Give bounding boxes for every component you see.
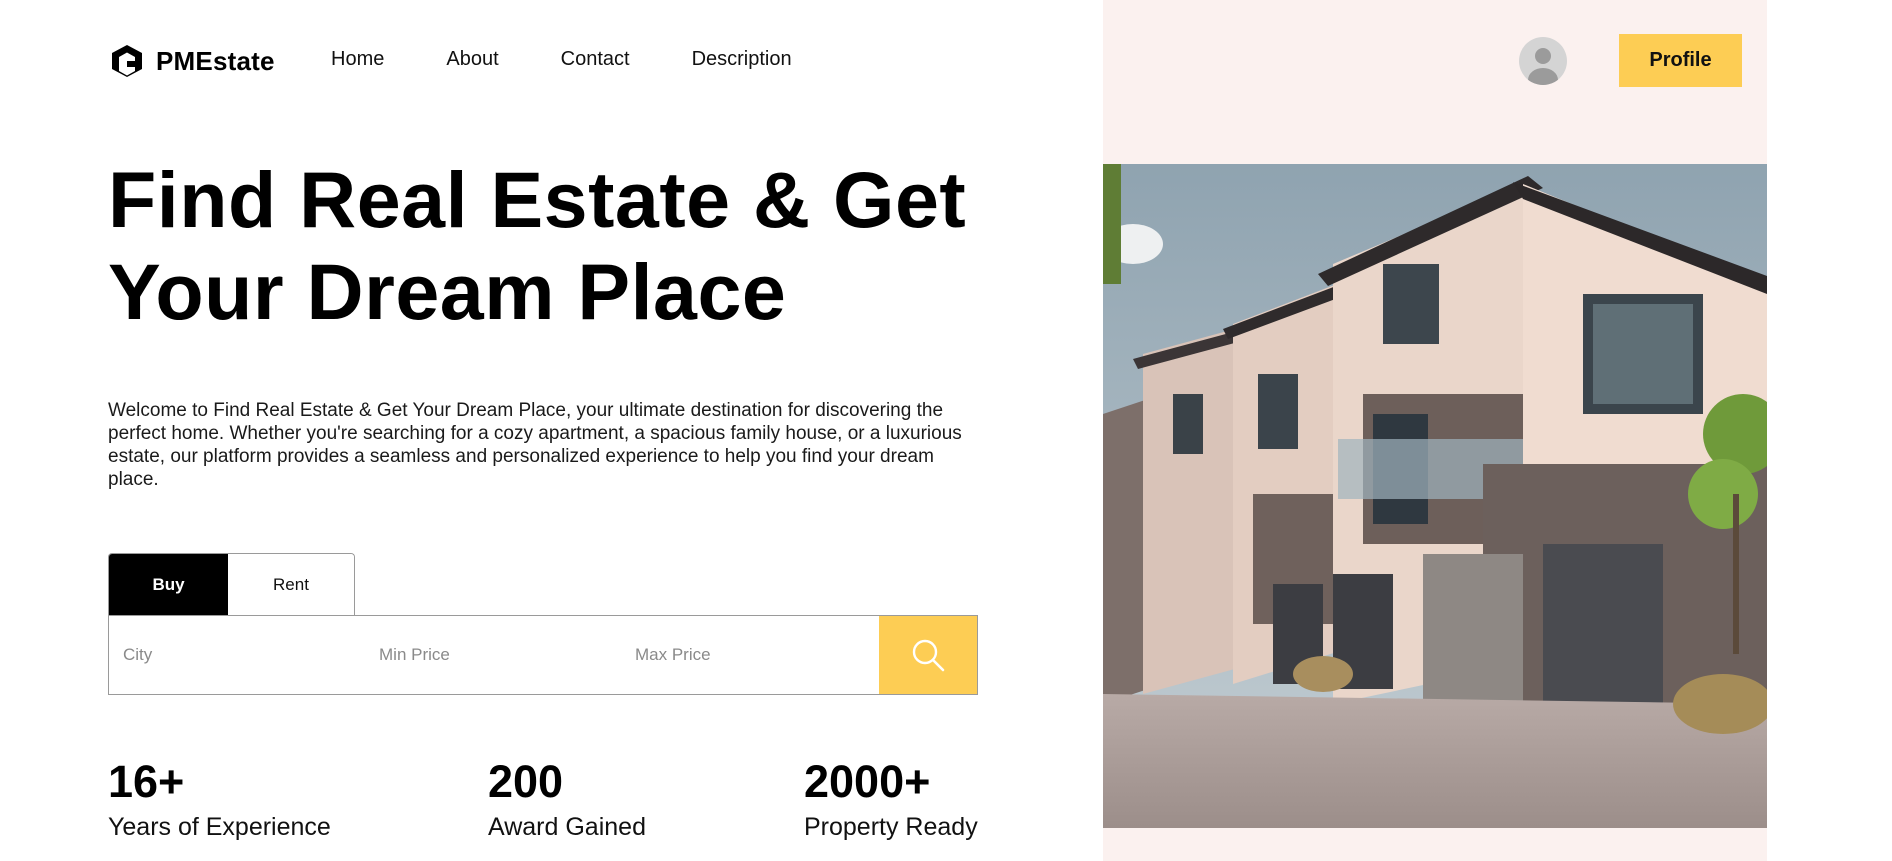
stat-awards: 200 Award Gained [488,757,646,843]
stat-value: 16+ [108,756,185,807]
avatar-head [1535,48,1551,64]
nav-about-link[interactable]: About [446,48,498,71]
stat-label: Property Ready [804,813,978,841]
search-icon [909,636,947,674]
property-search-bar [108,615,978,695]
brand-logo[interactable]: PMEstate [108,42,275,80]
nav-home-link[interactable]: Home [331,48,384,71]
stat-properties: 2000+ Property Ready [804,757,978,843]
hero-title: Find Real Estate & Get Your Dream Place [108,154,1008,338]
min-price-input[interactable] [365,616,621,694]
profile-button[interactable]: Profile [1619,34,1742,87]
user-avatar-icon[interactable] [1519,37,1567,85]
hero-title-line2: Your Dream Place [108,247,787,336]
landing-page: PMEstate Home About Contact Description … [0,0,1892,861]
nav-contact-link[interactable]: Contact [561,48,630,71]
listing-type-tabs: Buy Rent [108,553,355,615]
hero-house-image [1103,164,1767,828]
main-nav: Home About Contact Description [331,48,792,71]
max-price-input[interactable] [621,616,877,694]
stat-label: Award Gained [488,813,646,841]
brand-name: PMEstate [156,45,275,76]
hero-description: Welcome to Find Real Estate & Get Your D… [108,400,962,490]
avatar-body [1528,68,1558,85]
city-input[interactable] [109,616,365,694]
stat-value: 200 [488,756,564,807]
search-button[interactable] [879,616,977,694]
pm-logo-icon [108,42,146,80]
nav-description-link[interactable]: Description [692,48,792,71]
tab-rent[interactable]: Rent [228,554,354,615]
tab-buy[interactable]: Buy [109,554,228,615]
hero-title-line1: Find Real Estate & Get [108,155,967,244]
stat-value: 2000+ [804,756,931,807]
stat-experience: 16+ Years of Experience [108,757,331,843]
stat-label: Years of Experience [108,813,331,841]
